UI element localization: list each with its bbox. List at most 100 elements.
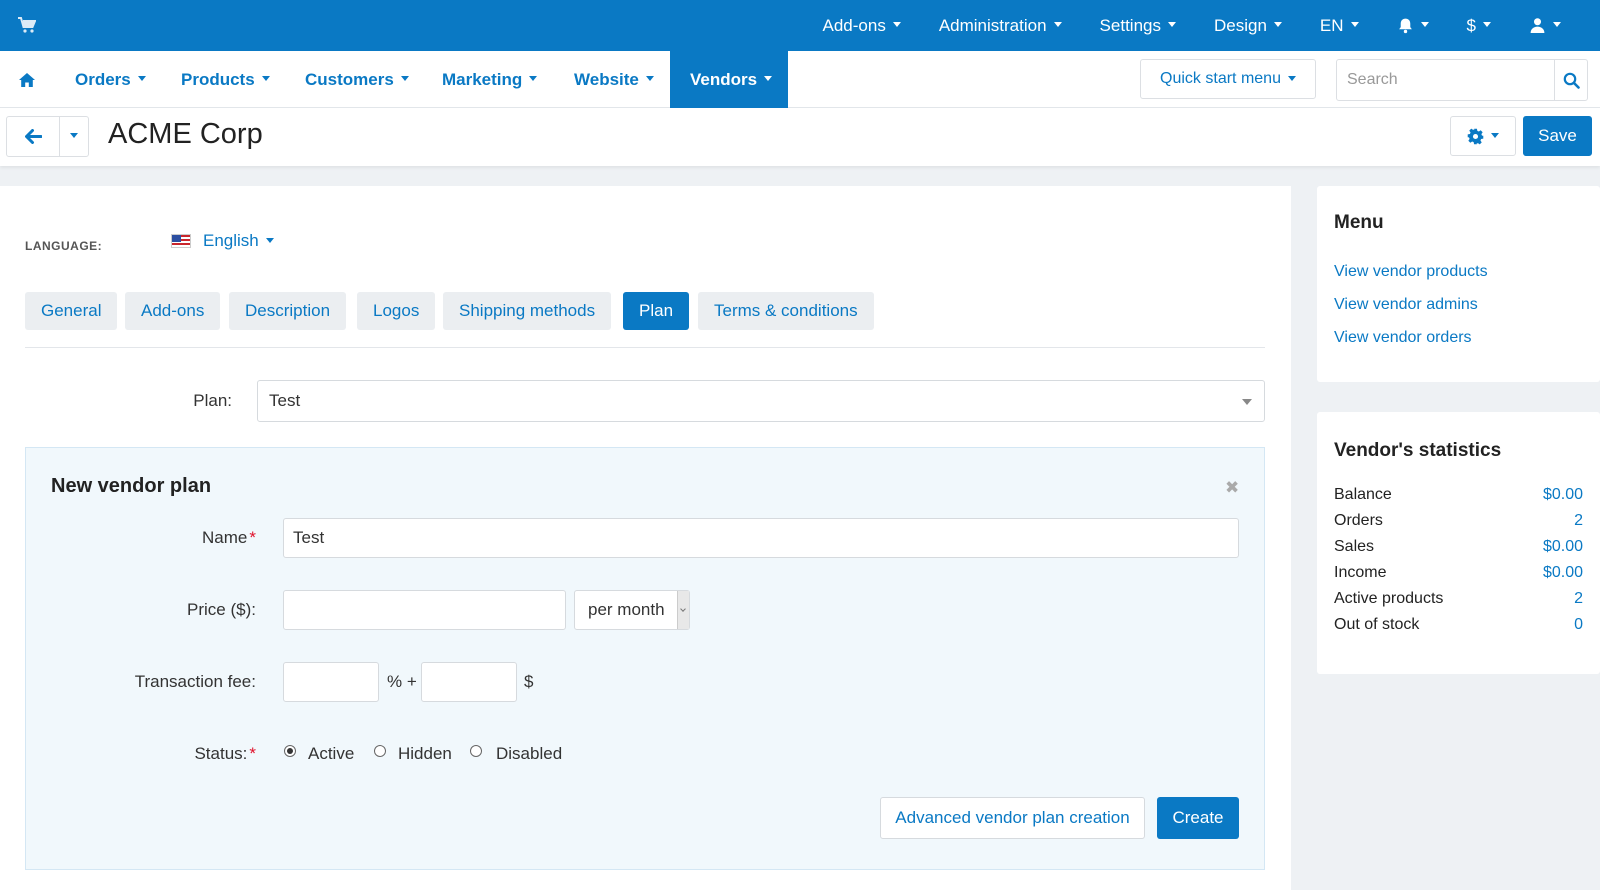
tab-description[interactable]: Description [229,292,347,330]
search-box [1336,59,1588,101]
name-label: Name * [202,528,256,547]
chevron-down-icon [1483,22,1491,27]
topnav-notifications[interactable] [1378,0,1448,51]
topnav-user[interactable] [1510,0,1580,51]
view-vendor-admins-link[interactable]: View vendor admins [1334,296,1478,314]
chevron-down-icon [892,22,901,27]
tab-terms-conditions[interactable]: Terms & conditions [698,292,874,330]
plan-label: Plan: [193,391,232,410]
back-button-group [6,116,89,157]
status-hidden-radio[interactable] [374,745,386,757]
us-flag-icon [171,234,191,248]
chevron-down-icon [1350,22,1359,27]
chevron-down-icon [1491,132,1499,138]
status-disabled-radio[interactable] [470,745,482,757]
quick-start-menu-button[interactable]: Quick start menu [1140,59,1316,99]
stat-row: Orders 2 [1334,512,1583,530]
tab-addons[interactable]: Add-ons [125,292,221,330]
main-content: LANGUAGE: English General Add-ons Descri… [0,186,1291,890]
stat-value[interactable]: $0.00 [1543,564,1583,582]
chevron-down-icon [1053,22,1062,27]
stat-value[interactable]: 2 [1574,590,1583,608]
page-title: ACME Corp [108,118,263,150]
stat-value[interactable]: 2 [1574,512,1583,530]
home-icon [19,72,35,87]
nav-vendors[interactable]: Vendors [670,51,788,108]
stat-row: Balance $0.00 [1334,486,1583,504]
stat-row: Sales $0.00 [1334,538,1583,556]
status-label: Status: * [194,744,256,763]
topnav-administration[interactable]: Administration [920,0,1081,51]
chevron-down-icon [645,76,654,81]
nav-website[interactable]: Website [574,51,654,108]
tab-general[interactable]: General [25,292,118,330]
transaction-fee-label: Transaction fee: [134,672,256,691]
chevron-down-icon [261,76,270,81]
name-field[interactable]: Test [283,518,1239,558]
language-selector[interactable]: English [171,231,274,251]
tab-shipping-methods[interactable]: Shipping methods [443,292,612,330]
nav-orders[interactable]: Orders [75,51,146,108]
close-icon[interactable]: ✖ [1225,478,1239,498]
tab-divider [25,347,1265,348]
chevron-down-icon [400,76,409,81]
topnav-design[interactable]: Design [1195,0,1301,51]
stat-value[interactable]: 0 [1574,616,1583,634]
chevron-down-icon [529,76,538,81]
menu-title: Menu [1334,212,1384,233]
nav-products[interactable]: Products [181,51,270,108]
user-icon [1530,18,1545,33]
top-bar: Add-ons Administration Settings Design E… [0,0,1600,51]
title-bar: ACME Corp Save [0,108,1600,166]
plan-select[interactable]: Test [257,380,1265,422]
stat-row: Out of stock 0 [1334,616,1583,634]
advanced-plan-creation-button[interactable]: Advanced vendor plan creation [880,797,1145,839]
stats-title: Vendor's statistics [1334,440,1502,461]
home-button[interactable] [18,51,36,108]
back-button[interactable] [7,117,60,156]
price-period-select[interactable]: per month [574,590,690,630]
transaction-fee-percent-field[interactable] [283,662,379,702]
tab-plan[interactable]: Plan [623,292,690,330]
search-icon [1563,72,1580,89]
vendor-statistics-card: Vendor's statistics Balance $0.00 Orders 2… [1317,412,1600,674]
stat-row: Income $0.00 [1334,564,1583,582]
chevron-down-icon [1273,22,1282,27]
tab-logos[interactable]: Logos [357,292,436,330]
search-input[interactable] [1337,60,1554,100]
status-disabled-label: Disabled [496,744,563,763]
stat-value[interactable]: $0.00 [1543,538,1583,556]
chevron-down-icon [70,133,78,138]
dollar-label: $ [524,672,534,691]
back-dropdown-button[interactable] [60,117,88,156]
gear-icon [1467,128,1484,144]
required-mark: * [249,528,256,547]
topnav-settings[interactable]: Settings [1081,0,1195,51]
price-field[interactable] [283,590,566,630]
required-mark: * [249,744,256,763]
price-label: Price ($): [187,600,256,619]
percent-plus-label: % + [387,672,417,691]
select-arrow-icon [677,591,689,629]
view-vendor-orders-link[interactable]: View vendor orders [1334,329,1472,347]
topnav-currency[interactable]: $ [1448,0,1510,51]
settings-dropdown-button[interactable] [1450,116,1516,156]
chevron-down-icon [1420,22,1429,27]
cart-icon[interactable] [18,17,36,33]
chevron-down-icon [1553,22,1561,27]
topnav-language[interactable]: EN [1301,0,1378,51]
status-hidden-label: Hidden [398,744,452,763]
create-button[interactable]: Create [1157,797,1239,839]
save-button[interactable]: Save [1523,116,1592,156]
nav-customers[interactable]: Customers [305,51,409,108]
view-vendor-products-link[interactable]: View vendor products [1334,263,1488,281]
new-plan-title: New vendor plan [51,475,212,497]
status-active-radio[interactable] [284,745,296,757]
nav-marketing[interactable]: Marketing [442,51,538,108]
bell-icon [1398,18,1412,34]
search-button[interactable] [1554,60,1587,100]
main-nav: Orders Products Customers Marketing Webs… [0,51,1600,108]
stat-value[interactable]: $0.00 [1543,486,1583,504]
topnav-addons[interactable]: Add-ons [804,0,920,51]
transaction-fee-fixed-field[interactable] [421,662,517,702]
